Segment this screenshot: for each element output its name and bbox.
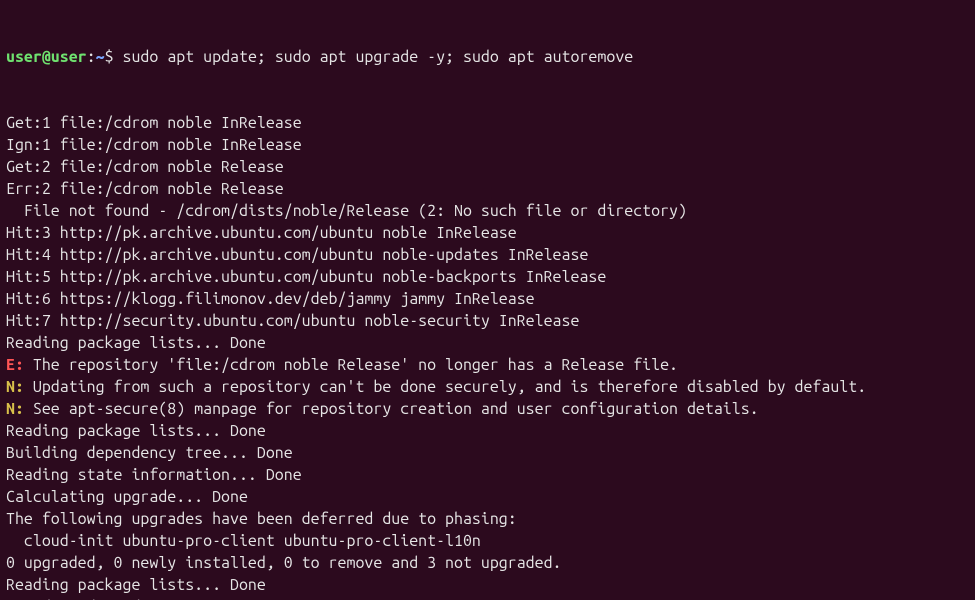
output-text: Hit:3 http://pk.archive.ubuntu.com/ubunt…	[6, 224, 517, 242]
output-line: Hit:7 http://security.ubuntu.com/ubuntu …	[6, 310, 969, 332]
notice-prefix: N:	[6, 378, 24, 396]
output-text: Err:2 file:/cdrom noble Release	[6, 180, 284, 198]
output-text: Ign:1 file:/cdrom noble InRelease	[6, 136, 302, 154]
output-line: N: Updating from such a repository can't…	[6, 376, 969, 398]
output-text: Reading package lists... Done	[6, 422, 266, 440]
output-text: Reading state information... Done	[6, 466, 302, 484]
error-prefix: E:	[6, 356, 24, 374]
output-line: Hit:5 http://pk.archive.ubuntu.com/ubunt…	[6, 266, 969, 288]
output-line: Get:2 file:/cdrom noble Release	[6, 156, 969, 178]
prompt-user: user@user	[6, 48, 87, 66]
output-text: Hit:6 https://klogg.filimonov.dev/deb/ja…	[6, 290, 535, 308]
output-text: Hit:7 http://security.ubuntu.com/ubuntu …	[6, 312, 579, 330]
prompt-path: ~	[96, 48, 105, 66]
output-text: Reading package lists... Done	[6, 334, 266, 352]
output-line: Err:2 file:/cdrom noble Release	[6, 178, 969, 200]
output-text: Hit:4 http://pk.archive.ubuntu.com/ubunt…	[6, 246, 588, 264]
output-line: File not found - /cdrom/dists/noble/Rele…	[6, 200, 969, 222]
output-text: File not found - /cdrom/dists/noble/Rele…	[6, 202, 687, 220]
output-line: Building dependency tree... Done	[6, 596, 969, 600]
output-text: The following upgrades have been deferre…	[6, 510, 517, 528]
output-line: Reading package lists... Done	[6, 332, 969, 354]
terminal-output: Get:1 file:/cdrom noble InRelease Ign:1 f…	[6, 112, 969, 600]
output-line: Building dependency tree... Done	[6, 442, 969, 464]
output-line: N: See apt-secure(8) manpage for reposit…	[6, 398, 969, 420]
output-text: Reading package lists... Done	[6, 576, 266, 594]
output-line: Hit:3 http://pk.archive.ubuntu.com/ubunt…	[6, 222, 969, 244]
output-line: Hit:4 http://pk.archive.ubuntu.com/ubunt…	[6, 244, 969, 266]
prompt-sep: :	[87, 48, 96, 66]
output-text: Get:1 file:/cdrom noble InRelease	[6, 114, 302, 132]
output-line: Hit:6 https://klogg.filimonov.dev/deb/ja…	[6, 288, 969, 310]
output-text: Building dependency tree... Done	[6, 444, 293, 462]
output-line: Reading state information... Done	[6, 464, 969, 486]
notice-prefix: N:	[6, 400, 24, 418]
output-text: Updating from such a repository can't be…	[24, 378, 866, 396]
output-line: E: The repository 'file:/cdrom noble Rel…	[6, 354, 969, 376]
output-text: The repository 'file:/cdrom noble Releas…	[24, 356, 678, 374]
output-text: Calculating upgrade... Done	[6, 488, 248, 506]
output-line: Reading package lists... Done	[6, 420, 969, 442]
output-line: Get:1 file:/cdrom noble InRelease	[6, 112, 969, 134]
command-text	[114, 48, 123, 66]
output-line: Calculating upgrade... Done	[6, 486, 969, 508]
output-line: Reading package lists... Done	[6, 574, 969, 596]
output-text: See apt-secure(8) manpage for repository…	[24, 400, 759, 418]
output-text: 0 upgraded, 0 newly installed, 0 to remo…	[6, 554, 562, 572]
output-line: 0 upgraded, 0 newly installed, 0 to remo…	[6, 552, 969, 574]
output-line: Ign:1 file:/cdrom noble InRelease	[6, 134, 969, 156]
command: sudo apt update; sudo apt upgrade -y; su…	[123, 48, 634, 66]
output-text: Get:2 file:/cdrom noble Release	[6, 158, 284, 176]
prompt-symbol: $	[105, 48, 114, 66]
output-text: cloud-init ubuntu-pro-client ubuntu-pro-…	[6, 532, 481, 550]
output-text: Hit:5 http://pk.archive.ubuntu.com/ubunt…	[6, 268, 606, 286]
output-line: cloud-init ubuntu-pro-client ubuntu-pro-…	[6, 530, 969, 552]
terminal[interactable]: user@user:~$ sudo apt update; sudo apt u…	[0, 0, 975, 600]
output-line: The following upgrades have been deferre…	[6, 508, 969, 530]
prompt-line-1: user@user:~$ sudo apt update; sudo apt u…	[6, 46, 969, 68]
